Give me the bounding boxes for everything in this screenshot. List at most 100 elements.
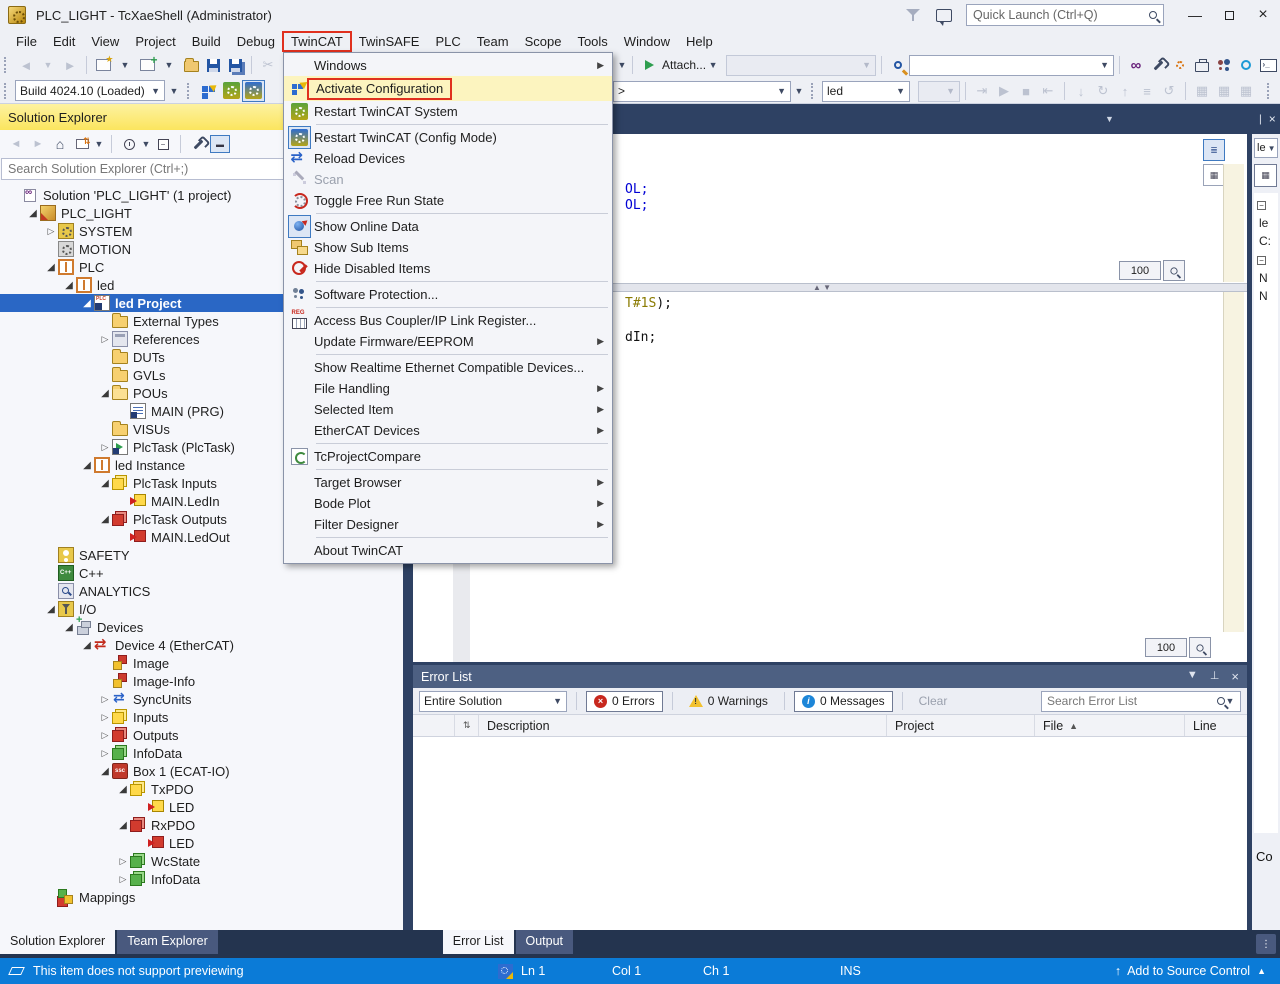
expander-closed-icon[interactable]: ▷ bbox=[98, 712, 112, 723]
tree-item-inputs[interactable]: ▷Inputs bbox=[0, 708, 403, 726]
home-icon[interactable]: ⌂ bbox=[50, 134, 70, 154]
menu-item-show-sub-items[interactable]: Show Sub Items bbox=[284, 237, 612, 258]
menu-item-toggle-free-run-state[interactable]: Toggle Free Run State bbox=[284, 190, 612, 211]
menu-scope[interactable]: Scope bbox=[517, 32, 570, 51]
splitter-arrows-icon[interactable]: ▲ ▼ bbox=[813, 283, 831, 292]
column-sort-icon[interactable]: ⇅ bbox=[455, 715, 479, 736]
close-icon[interactable]: × bbox=[1231, 669, 1239, 684]
menu-project[interactable]: Project bbox=[127, 32, 183, 51]
small-disabled-combo[interactable]: ▼ bbox=[918, 81, 960, 102]
navigate-forward-button[interactable]: ► bbox=[59, 54, 81, 76]
new-project-dropdown-icon[interactable]: ▼ bbox=[120, 60, 130, 70]
warnings-filter-button[interactable]: 0 Warnings bbox=[682, 691, 775, 712]
wrench-icon[interactable] bbox=[1147, 54, 1169, 76]
column-line[interactable]: Line bbox=[1185, 715, 1239, 736]
stop-icon[interactable]: ■ bbox=[1015, 80, 1037, 102]
search-dropdown-icon[interactable]: ▼ bbox=[1225, 696, 1235, 706]
expander-closed-icon[interactable]: ▷ bbox=[44, 226, 58, 237]
tree-item-txpdo[interactable]: ◢TxPDO bbox=[0, 780, 403, 798]
expander-open-icon[interactable]: ◢ bbox=[62, 280, 76, 291]
activate-configuration-button[interactable] bbox=[198, 80, 220, 102]
expander-closed-icon[interactable]: ▷ bbox=[116, 874, 130, 885]
properties-wrench-icon[interactable] bbox=[188, 134, 208, 154]
tree-item-wcstate[interactable]: ▷WcState bbox=[0, 852, 403, 870]
cut-icon[interactable]: ✂ bbox=[257, 54, 279, 76]
menu-item-restart-twincat-config-mode[interactable]: Restart TwinCAT (Config Mode) bbox=[284, 127, 612, 148]
tabular-view-button[interactable]: ▦ bbox=[1203, 164, 1225, 186]
clear-button[interactable]: Clear bbox=[912, 691, 955, 712]
declaration-scrollbar[interactable] bbox=[1223, 164, 1244, 282]
toolbar-overflow[interactable] bbox=[1267, 83, 1273, 99]
tab-output[interactable]: Output bbox=[516, 930, 574, 954]
step-down-icon[interactable]: ↓ bbox=[1070, 80, 1092, 102]
tree-item-c[interactable]: C++ bbox=[0, 564, 403, 582]
collapse-icon[interactable]: − bbox=[1257, 201, 1266, 210]
menu-item-selected-item[interactable]: Selected Item▶ bbox=[284, 399, 612, 420]
expander-open-icon[interactable]: ◢ bbox=[26, 208, 40, 219]
tab-dropdown-icon[interactable]: ▼ bbox=[1105, 114, 1114, 124]
pending-changes-dropdown-icon[interactable]: ▼ bbox=[141, 139, 151, 149]
tree-item-analytics[interactable]: ANALYTICS bbox=[0, 582, 403, 600]
menu-item-tcprojectcompare[interactable]: TcProjectCompare bbox=[284, 446, 612, 467]
tree-item-i-o[interactable]: ◢I/O bbox=[0, 600, 403, 618]
column-blank[interactable] bbox=[413, 715, 455, 736]
collapse-icon[interactable]: − bbox=[1257, 256, 1266, 265]
menu-item-show-online-data[interactable]: Show Online Data bbox=[284, 216, 612, 237]
menu-item-hide-disabled-items[interactable]: Hide Disabled Items bbox=[284, 258, 612, 279]
zoom-level-value[interactable]: 100 bbox=[1119, 261, 1161, 280]
expander-open-icon[interactable]: ◢ bbox=[80, 640, 94, 651]
restore-button[interactable] bbox=[1212, 1, 1246, 29]
menu-item-show-realtime-ethernet-compatible-devices[interactable]: Show Realtime Ethernet Compatible Device… bbox=[284, 357, 612, 378]
pin-icon[interactable]: ❘ bbox=[1256, 114, 1264, 125]
add-item-button[interactable] bbox=[136, 54, 158, 76]
tree-item-device-4-ethercat[interactable]: ◢Device 4 (EtherCAT) bbox=[0, 636, 403, 654]
start-icon[interactable]: ▶ bbox=[993, 80, 1015, 102]
steps-icon[interactable]: ≡ bbox=[1136, 80, 1158, 102]
error-list-header[interactable]: Error List ▼ ⊥ × bbox=[413, 665, 1247, 688]
sx-back-icon[interactable]: ◄ bbox=[6, 134, 26, 154]
toolbar-grip[interactable] bbox=[811, 83, 817, 99]
feedback-icon[interactable] bbox=[936, 9, 952, 22]
tree-item-devices[interactable]: ◢Devices bbox=[0, 618, 403, 636]
menu-item-bode-plot[interactable]: Bode Plot▶ bbox=[284, 493, 612, 514]
expander-open-icon[interactable]: ◢ bbox=[80, 298, 94, 309]
menu-item-access-bus-coupler-ip-link-register[interactable]: Access Bus Coupler/IP Link Register... bbox=[284, 310, 612, 331]
build-icon-2[interactable]: ▦ bbox=[1213, 80, 1235, 102]
expander-open-icon[interactable]: ◢ bbox=[80, 460, 94, 471]
panel-overflow-icon[interactable]: ⋮ bbox=[1256, 934, 1276, 954]
tree-item-rxpdo[interactable]: ◢RxPDO bbox=[0, 816, 403, 834]
tree-item-infodata[interactable]: ▷InfoData bbox=[0, 744, 403, 762]
expander-closed-icon[interactable]: ▷ bbox=[98, 442, 112, 453]
menu-build[interactable]: Build bbox=[184, 32, 229, 51]
menu-view[interactable]: View bbox=[83, 32, 127, 51]
collapse-all-icon[interactable]: − bbox=[153, 134, 173, 154]
preview-selected-toggle[interactable] bbox=[210, 134, 230, 154]
tree-item-image-info[interactable]: Image-Info bbox=[0, 672, 403, 690]
build-version-combo[interactable]: Build 4024.10 (Loaded)▼ bbox=[15, 80, 165, 101]
build-icon-1[interactable]: ▦ bbox=[1191, 80, 1213, 102]
menu-item-activate-configuration[interactable]: Activate Configuration bbox=[284, 76, 612, 101]
expander-open-icon[interactable]: ◢ bbox=[116, 784, 130, 795]
pending-changes-icon[interactable] bbox=[119, 134, 139, 154]
zoom-icon[interactable] bbox=[1163, 260, 1185, 281]
plc-instance-combo[interactable]: led▼ bbox=[822, 81, 910, 102]
attach-dropdown-icon[interactable]: ▼ bbox=[708, 60, 718, 70]
zoom-icon[interactable] bbox=[1189, 637, 1211, 658]
menu-edit[interactable]: Edit bbox=[45, 32, 83, 51]
gear-orange-icon[interactable] bbox=[1169, 54, 1191, 76]
add-item-dropdown-icon[interactable]: ▼ bbox=[164, 60, 174, 70]
navigate-back-button[interactable]: ◄ bbox=[15, 54, 37, 76]
expander-open-icon[interactable]: ◢ bbox=[98, 766, 112, 777]
expander-closed-icon[interactable]: ▷ bbox=[98, 694, 112, 705]
tree-item-syncunits[interactable]: ▷SyncUnits bbox=[0, 690, 403, 708]
menu-file[interactable]: File bbox=[8, 32, 45, 51]
switch-views-icon[interactable] bbox=[72, 134, 92, 154]
config-mode-button[interactable] bbox=[242, 80, 265, 102]
expander-open-icon[interactable]: ◢ bbox=[98, 388, 112, 399]
column-description[interactable]: Description bbox=[479, 715, 887, 736]
menu-item-restart-twincat-system[interactable]: Restart TwinCAT System bbox=[284, 101, 612, 122]
column-file[interactable]: File▲ bbox=[1035, 715, 1185, 736]
messages-filter-button[interactable]: i 0 Messages bbox=[794, 691, 893, 712]
save-button[interactable] bbox=[202, 54, 224, 76]
step-up-icon[interactable]: ↑ bbox=[1114, 80, 1136, 102]
